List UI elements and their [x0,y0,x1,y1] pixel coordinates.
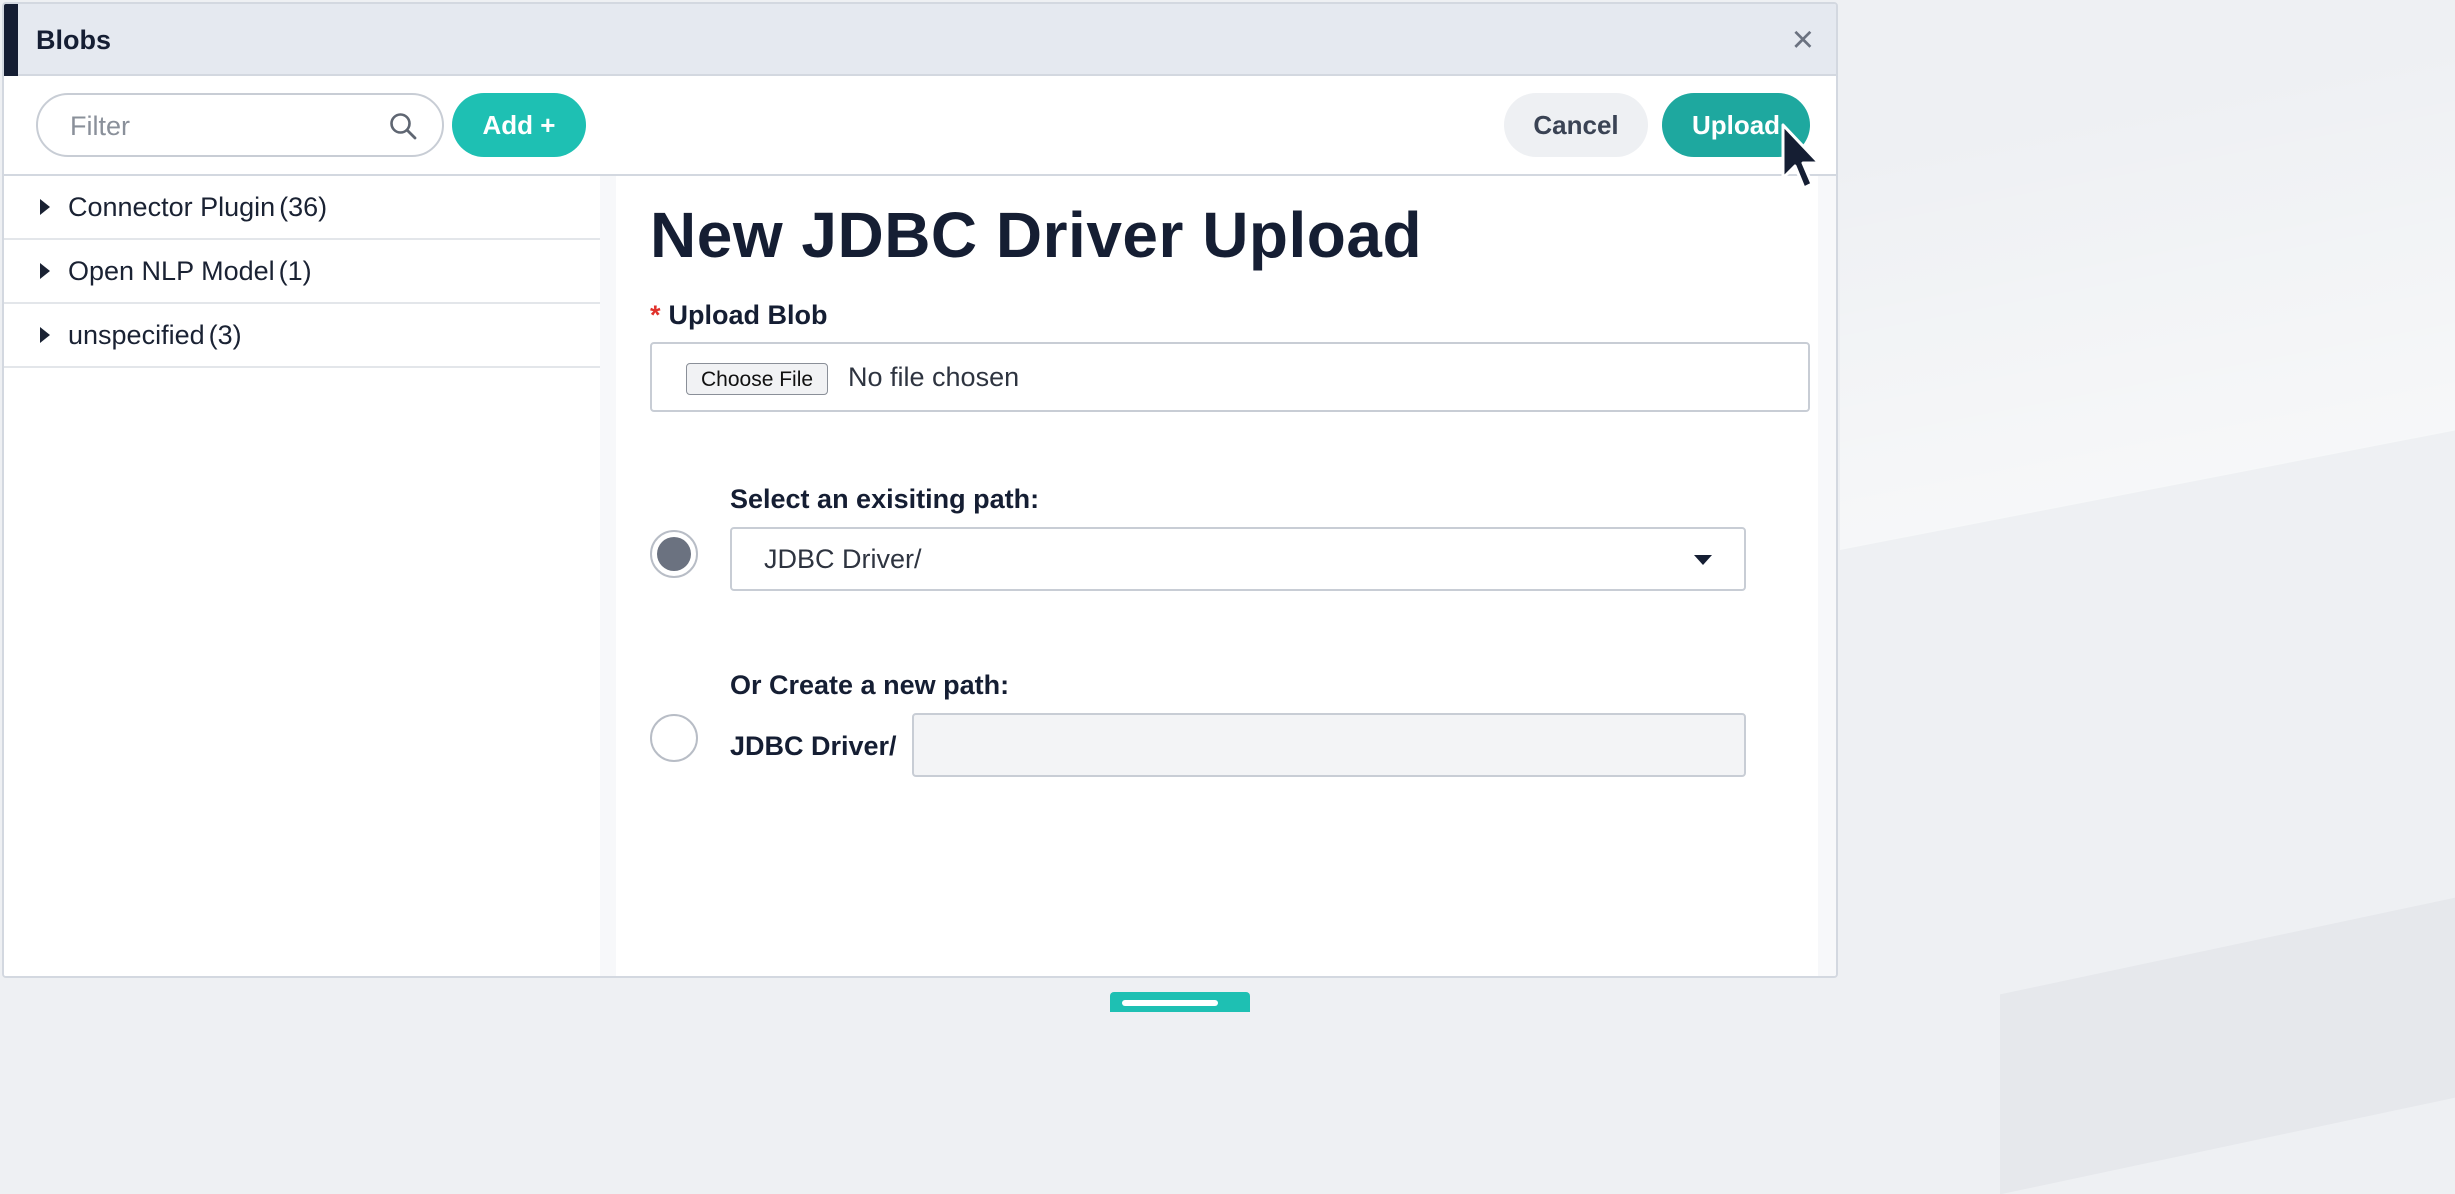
background-band [1840,0,2455,550]
blob-tree: Connector Plugin (36) Open NLP Model (1)… [4,176,600,976]
tab-indicator-bar [1122,1000,1218,1006]
existing-path-label: Select an exisiting path: [730,484,1040,514]
radio-selected-dot [657,537,691,571]
tree-item-open-nlp-model[interactable]: Open NLP Model (1) [4,240,600,304]
filter-input[interactable] [68,95,392,157]
file-upload-field: Choose File No file chosen [650,342,1810,412]
chevron-down-icon [1694,555,1712,565]
search-icon[interactable] [388,111,418,141]
tree-item-unspecified[interactable]: unspecified (3) [4,304,600,368]
caret-right-icon[interactable] [40,327,50,343]
choose-file-button[interactable]: Choose File [686,363,829,395]
dialog-titlebar: Blobs × [4,4,1836,76]
new-path-label: Or Create a new path: [730,670,1010,700]
existing-path-value: JDBC Driver/ [764,544,922,574]
close-icon[interactable]: × [1792,4,1814,76]
filter-field[interactable] [36,93,444,157]
new-path-radio[interactable] [650,714,698,762]
tree-item-label: Connector Plugin [68,191,276,222]
required-marker: * [650,300,661,330]
tree-item-count: (36) [279,191,328,222]
toolbar: Add + Cancel Upload [4,76,1836,176]
caret-right-icon[interactable] [40,263,50,279]
tree-item-label: unspecified [68,319,205,350]
background-band-bottom [2000,845,2455,1194]
mouse-pointer-icon [1781,123,1821,190]
new-path-input[interactable] [912,713,1746,777]
tree-item-count: (1) [278,255,312,286]
existing-path-radio[interactable] [650,530,698,578]
existing-path-select[interactable]: JDBC Driver/ [730,527,1746,591]
page-title: New JDBC Driver Upload [650,199,1423,271]
caret-right-icon[interactable] [40,199,50,215]
upload-blob-label-text: Upload Blob [668,300,828,330]
file-status: No file chosen [848,362,1020,392]
new-path-prefix: JDBC Driver/ [730,731,897,761]
cancel-button[interactable]: Cancel [1504,93,1648,157]
add-button[interactable]: Add + [452,93,586,157]
upload-blob-label: * Upload Blob [650,300,828,331]
upload-form: New JDBC Driver Upload * Upload Blob Choo… [616,176,1818,976]
dialog-title: Blobs [36,25,112,55]
tree-item-count: (3) [208,319,242,350]
panel-divider [600,176,616,976]
titlebar-accent [4,4,18,76]
tree-item-label: Open NLP Model [68,255,275,286]
bottom-tab-indicator[interactable] [1110,992,1250,1012]
blobs-dialog: Blobs × Add + Cancel Upload Connector Pl… [2,2,1838,978]
tree-item-connector-plugin[interactable]: Connector Plugin (36) [4,176,600,240]
panel-gutter [1818,176,1836,976]
